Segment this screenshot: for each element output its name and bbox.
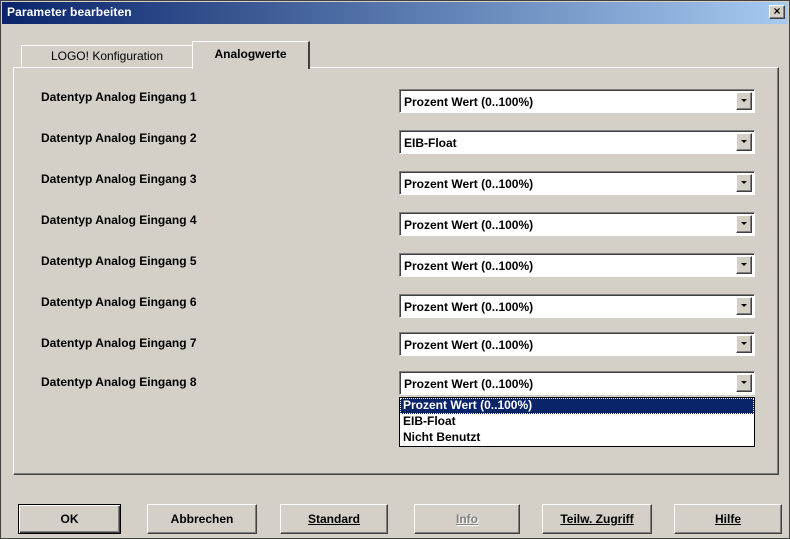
select-value: EIB-Float (404, 136, 457, 150)
chevron-down-icon[interactable] (736, 297, 752, 315)
select-eingang-2[interactable]: EIB-Float (399, 130, 755, 154)
select-eingang-6[interactable]: Prozent Wert (0..100%) (399, 294, 755, 318)
tab-logo-konfiguration[interactable]: LOGO! Konfiguration (21, 45, 193, 67)
chevron-down-icon[interactable] (736, 215, 752, 233)
select-value: Prozent Wert (0..100%) (404, 338, 534, 352)
dropdown-option-eib-float[interactable]: EIB-Float (400, 414, 754, 430)
close-icon: × (773, 4, 781, 18)
chevron-down-icon[interactable] (736, 133, 752, 151)
dropdown-option-nicht-benutzt[interactable]: Nicht Benutzt (400, 430, 754, 446)
window-title: Parameter bearbeiten (7, 5, 132, 19)
row-label-eingang-8: Datentyp Analog Eingang 8 (41, 375, 197, 389)
select-eingang-3[interactable]: Prozent Wert (0..100%) (399, 171, 755, 195)
title-bar[interactable]: Parameter bearbeiten × (2, 2, 788, 24)
select-eingang-5[interactable]: Prozent Wert (0..100%) (399, 253, 755, 277)
select-eingang-4[interactable]: Prozent Wert (0..100%) (399, 212, 755, 236)
standard-button[interactable]: Standard (280, 504, 388, 534)
row-label-eingang-4: Datentyp Analog Eingang 4 (41, 213, 197, 227)
hilfe-button[interactable]: Hilfe (674, 504, 782, 534)
row-label-eingang-6: Datentyp Analog Eingang 6 (41, 295, 197, 309)
parameter-dialog: Parameter bearbeiten × LOGO! Konfigurati… (0, 0, 790, 539)
chevron-down-icon[interactable] (736, 374, 752, 392)
ok-button[interactable]: OK (18, 504, 121, 534)
select-value: Prozent Wert (0..100%) (404, 95, 534, 109)
teilw-zugriff-button-label: Teilw. Zugriff (560, 512, 634, 526)
dropdown-option-prozent-wert[interactable]: Prozent Wert (0..100%) (400, 398, 754, 414)
chevron-down-icon[interactable] (736, 174, 752, 192)
row-label-eingang-3: Datentyp Analog Eingang 3 (41, 172, 197, 186)
hilfe-button-label: Hilfe (714, 512, 741, 526)
select-value: Prozent Wert (0..100%) (404, 177, 534, 191)
row-label-eingang-5: Datentyp Analog Eingang 5 (41, 254, 197, 268)
select-value: Prozent Wert (0..100%) (404, 218, 534, 232)
row-label-eingang-7: Datentyp Analog Eingang 7 (41, 336, 197, 350)
select-eingang-8[interactable]: Prozent Wert (0..100%) (399, 371, 755, 395)
select-value: Prozent Wert (0..100%) (404, 300, 534, 314)
abbrechen-button[interactable]: Abbrechen (147, 504, 257, 534)
row-label-eingang-2: Datentyp Analog Eingang 2 (41, 131, 197, 145)
info-button[interactable]: Info (414, 504, 520, 534)
select-eingang-1[interactable]: Prozent Wert (0..100%) (399, 89, 755, 113)
chevron-down-icon[interactable] (736, 256, 752, 274)
standard-button-label: Standard (307, 512, 360, 526)
select-eingang-7[interactable]: Prozent Wert (0..100%) (399, 332, 755, 356)
select-value: Prozent Wert (0..100%) (404, 259, 534, 273)
teilw-zugriff-button[interactable]: Teilw. Zugriff (542, 504, 652, 534)
select-value: Prozent Wert (0..100%) (404, 377, 534, 391)
chevron-down-icon[interactable] (736, 335, 752, 353)
chevron-down-icon[interactable] (736, 92, 752, 110)
select-eingang-8-dropdown-list: Prozent Wert (0..100%) EIB-Float Nicht B… (399, 397, 755, 447)
row-label-eingang-1: Datentyp Analog Eingang 1 (41, 90, 197, 104)
tab-analogwerte[interactable]: Analogwerte (192, 41, 310, 69)
close-button[interactable]: × (769, 5, 785, 19)
info-button-label: Info (456, 512, 478, 526)
